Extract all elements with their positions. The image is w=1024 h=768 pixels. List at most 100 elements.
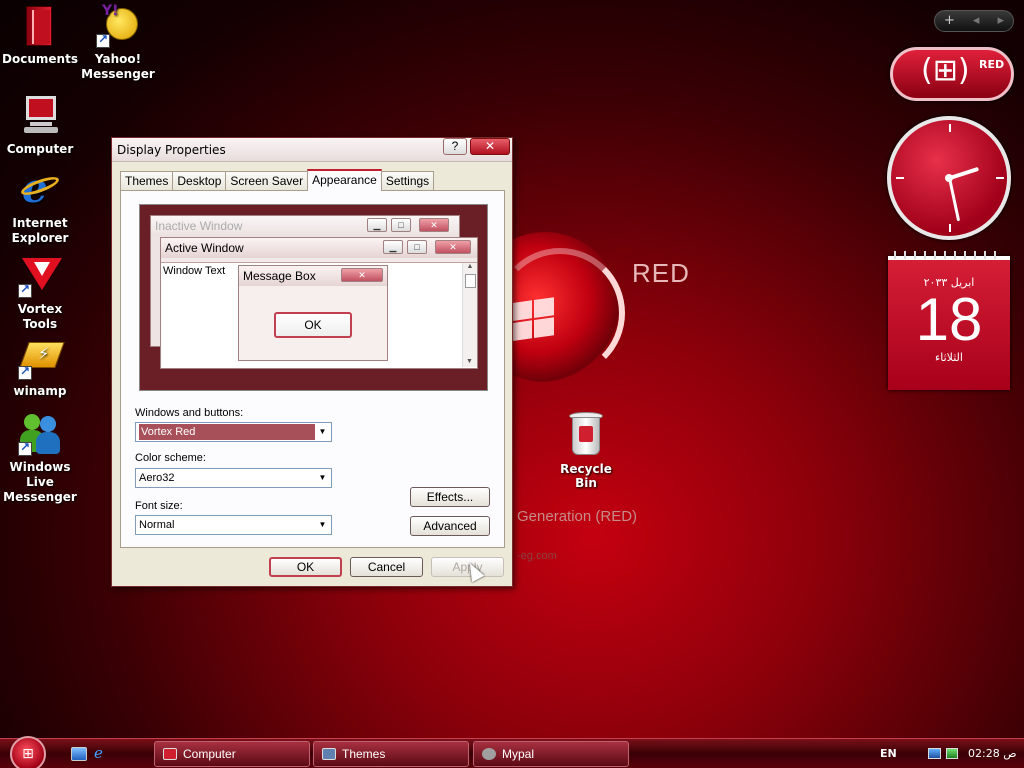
advanced-button[interactable]: Advanced	[410, 516, 490, 536]
shortcut-arrow-icon	[18, 282, 32, 298]
desktop-icon-label: Computer	[6, 142, 74, 156]
dialog-title: Display Properties	[117, 143, 226, 157]
desktop-icon-label: Recycle Bin	[560, 462, 612, 490]
preview-window-text: Window Text	[163, 265, 226, 277]
windows-and-buttons-select[interactable]: Vortex Red ▼	[135, 422, 332, 442]
volume-icon[interactable]	[946, 739, 960, 768]
taskbar-item-label: Computer	[183, 747, 236, 761]
documents-folder-icon	[18, 4, 62, 48]
calendar-rings	[894, 251, 1004, 259]
close-icon: ✕	[341, 268, 383, 282]
network-icon[interactable]	[928, 739, 942, 768]
desktop-icon-label: Yahoo! Messenger	[81, 52, 155, 81]
chevron-down-icon: ▼	[318, 427, 327, 436]
previous-gadget-button[interactable]: ◂	[973, 11, 980, 31]
tab-appearance[interactable]: Appearance	[307, 169, 382, 191]
chevron-down-icon: ▼	[318, 473, 327, 482]
taskbar-item-themes[interactable]: Themes	[313, 741, 469, 767]
clock-hour-hand	[949, 166, 980, 180]
desktop-icon-label: Internet Explorer	[11, 216, 69, 245]
taskbar-item-mypal[interactable]: Mypal	[473, 741, 629, 767]
ok-button[interactable]: OK	[269, 557, 342, 577]
tab-screen-saver[interactable]: Screen Saver	[225, 171, 309, 191]
taskbar-item-label: Themes	[342, 747, 386, 761]
desktop-icon-internet-explorer[interactable]: e Internet Explorer	[0, 168, 80, 246]
desktop-icon-recycle-bin[interactable]: Recycle Bin	[552, 412, 620, 490]
desktop-icon-winamp[interactable]: ⚡ winamp	[0, 336, 80, 399]
tab-themes[interactable]: Themes	[120, 171, 174, 191]
help-button[interactable]: ?	[443, 138, 467, 155]
desktop-icon-label: Windows Live Messenger	[3, 460, 77, 504]
shortcut-arrow-icon	[18, 440, 32, 456]
red-edition-badge-gadget[interactable]: (⊞) RED	[890, 47, 1014, 101]
desktop-icon-label: Vortex Tools	[17, 302, 63, 331]
effects-button[interactable]: Effects...	[410, 487, 490, 507]
wallpaper-brand-text: RED	[632, 258, 690, 288]
maximize-icon: □	[391, 218, 411, 232]
sidebar-controls: + ◂ ▸	[934, 10, 1014, 32]
close-button[interactable]: ✕	[470, 138, 510, 155]
add-gadget-button[interactable]: +	[944, 11, 955, 31]
taskbar-clock[interactable]: 02:28 ص	[968, 739, 1017, 768]
wallpaper-url-text: -eg.com	[517, 550, 557, 562]
font-size-select[interactable]: Normal ▼	[135, 515, 332, 535]
color-scheme-value: Aero32	[139, 472, 175, 484]
show-desktop-icon[interactable]	[71, 747, 87, 761]
appearance-panel: Inactive Window ▁ □ ✕ Active Window ▁ □ …	[120, 190, 505, 548]
internet-explorer-icon: e	[18, 168, 62, 212]
computer-icon	[18, 94, 62, 138]
tab-settings[interactable]: Settings	[380, 171, 435, 191]
preview-scrollbar: ▲ ▼	[462, 263, 477, 367]
cancel-button[interactable]: Cancel	[350, 557, 423, 577]
desktop-icon-computer[interactable]: Computer	[0, 94, 80, 157]
appearance-preview: Inactive Window ▁ □ ✕ Active Window ▁ □ …	[139, 204, 488, 391]
dialog-titlebar[interactable]: Display Properties ? ✕	[112, 138, 512, 162]
taskbar-item-label: Mypal	[502, 747, 535, 761]
minimize-icon: ▁	[383, 240, 403, 254]
preview-inactive-window-title: Inactive Window	[151, 216, 459, 236]
color-scheme-label: Color scheme:	[135, 452, 206, 464]
yahoo-messenger-icon: Y!	[96, 4, 140, 48]
themes-icon	[322, 748, 336, 760]
maximize-icon: □	[407, 240, 427, 254]
tab-desktop[interactable]: Desktop	[172, 171, 227, 191]
chevron-down-icon: ▼	[318, 520, 327, 529]
wallpaper-generation-text: Generation (RED)	[517, 508, 638, 525]
windows-flag-icon: ⊞	[22, 746, 34, 762]
next-gadget-button[interactable]: ▸	[997, 11, 1004, 31]
internet-explorer-icon[interactable]: e	[94, 746, 110, 761]
desktop-icon-yahoo-messenger[interactable]: Y! Yahoo! Messenger	[78, 4, 158, 82]
desktop-icon-label: Documents	[2, 52, 78, 66]
desktop-icon-label: winamp	[13, 384, 67, 398]
windows-and-buttons-label: Windows and buttons:	[135, 407, 244, 419]
taskbar-item-computer[interactable]: Computer	[154, 741, 310, 767]
start-button[interactable]: ⊞	[10, 736, 46, 768]
preview-message-box: Message Box ✕ OK	[238, 265, 388, 361]
calendar-weekday: الثلاثاء	[935, 351, 963, 364]
display-properties-dialog: Display Properties ? ✕ Themes Desktop Sc…	[111, 137, 513, 587]
red-badge-label: RED	[979, 58, 1005, 71]
desktop-icon-vortex-tools[interactable]: Vortex Tools	[0, 254, 80, 332]
winamp-icon: ⚡	[18, 336, 65, 380]
calendar-gadget[interactable]: ابريل ٢٠٣٣ 18 الثلاثاء	[888, 251, 1010, 390]
font-size-value: Normal	[139, 519, 175, 531]
dialog-tabs: Themes Desktop Screen Saver Appearance S…	[120, 169, 435, 191]
shortcut-arrow-icon	[96, 32, 110, 48]
clock-gadget[interactable]	[887, 116, 1011, 240]
computer-icon	[163, 748, 177, 760]
shortcut-arrow-icon	[18, 364, 32, 380]
language-indicator[interactable]: EN	[880, 739, 897, 768]
preview-ok-button: OK	[274, 312, 352, 338]
windows-live-messenger-icon	[18, 412, 62, 456]
wallpaper-windows-flag	[512, 297, 556, 343]
close-icon: ✕	[419, 218, 449, 232]
clock-minute-hand	[948, 177, 961, 222]
desktop-icon-documents[interactable]: Documents	[0, 4, 80, 67]
close-icon: ✕	[435, 240, 471, 254]
color-scheme-select[interactable]: Aero32 ▼	[135, 468, 332, 488]
windows-flag-icon: (⊞)	[921, 53, 970, 88]
windows-and-buttons-value: Vortex Red	[139, 424, 315, 440]
font-size-label: Font size:	[135, 500, 183, 512]
recycle-bin-icon	[569, 412, 603, 458]
desktop-icon-windows-live-messenger[interactable]: Windows Live Messenger	[0, 412, 80, 505]
